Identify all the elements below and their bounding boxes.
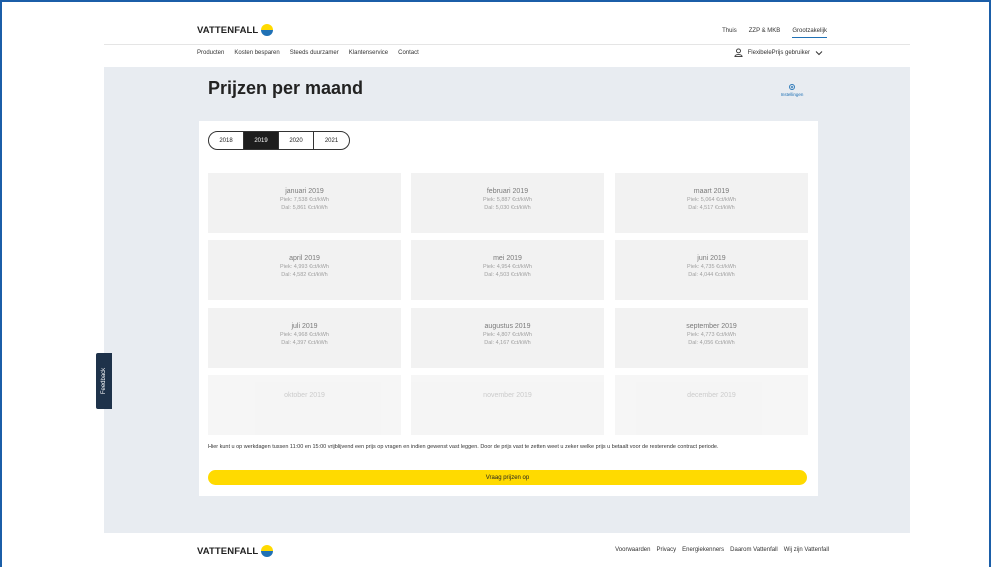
month-name: juli 2019 [291, 323, 318, 330]
month-name: december 2019 [687, 392, 736, 399]
header-divider [104, 44, 910, 45]
footer-link-wij-zijn-vattenfall[interactable]: Wij zijn Vattenfall [784, 547, 829, 553]
month-name: mei 2019 [493, 255, 522, 262]
page-title: Prijzen per maand [208, 78, 364, 98]
dal-price: Dal: 4,056 €ct/kWh [688, 340, 735, 346]
month-name: april 2019 [289, 255, 320, 262]
month-tile-december: december 2019 [615, 375, 808, 435]
piek-price: Piek: 4,968 €ct/kWh [280, 332, 329, 338]
vattenfall-logo[interactable]: VATTENFALL [197, 24, 274, 36]
brand-name: VATTENFALL [197, 24, 259, 36]
month-name: oktober 2019 [284, 392, 325, 399]
month-name: januari 2019 [285, 188, 324, 195]
piek-price: Piek: 5,887 €ct/kWh [483, 197, 532, 203]
month-name: februari 2019 [486, 188, 529, 195]
nav-kosten-besparen[interactable]: Kosten besparen [234, 50, 279, 56]
piek-price: Piek: 4,993 €ct/kWh [280, 264, 329, 270]
footer-link-voorwaarden[interactable]: Voorwaarden [615, 547, 650, 553]
footer-link-daarom-vattenfall[interactable]: Daarom Vattenfall [730, 547, 778, 553]
month-tile-juni[interactable]: juni 2019 Piek: 4,735 €ct/kWh Dal: 4,044… [615, 240, 808, 300]
segment-switcher: Thuis ZZP & MKB Grootzakelijk [722, 28, 827, 38]
user-name: FlexibelePrijs gebruiker [747, 49, 810, 56]
month-tile-april[interactable]: april 2019 Piek: 4,993 €ct/kWh Dal: 4,58… [208, 240, 401, 300]
footer-link-privacy[interactable]: Privacy [656, 547, 676, 553]
month-tile-september[interactable]: september 2019 Piek: 4,773 €ct/kWh Dal: … [615, 308, 808, 368]
month-name: augustus 2019 [484, 323, 531, 330]
segment-grootzakelijk[interactable]: Grootzakelijk [792, 28, 827, 38]
nav-steeds-duurzamer[interactable]: Steeds duurzamer [290, 50, 339, 56]
footer: VATTENFALL Voorwaarden Privacy Energieke… [197, 543, 829, 559]
dal-price: Dal: 4,397 €ct/kWh [281, 340, 328, 346]
dal-price: Dal: 4,167 €ct/kWh [484, 340, 531, 346]
settings-label: Instellingen [780, 92, 804, 97]
month-name: juni 2019 [697, 255, 726, 262]
segment-zzp-mkb[interactable]: ZZP & MKB [749, 28, 781, 38]
segment-thuis[interactable]: Thuis [722, 28, 737, 38]
nav-contact[interactable]: Contact [398, 50, 419, 56]
month-name: maart 2019 [693, 188, 730, 195]
dal-price: Dal: 5,861 €ct/kWh [281, 205, 328, 211]
piek-price: Piek: 5,064 €ct/kWh [687, 197, 736, 203]
vattenfall-logo-icon [261, 545, 274, 557]
footer-logo[interactable]: VATTENFALL [197, 545, 274, 557]
month-name: november 2019 [483, 392, 532, 399]
price-info-note: Hier kunt u op werkdagen tussen 11:00 en… [208, 444, 719, 450]
feedback-tab[interactable]: Feedback [96, 353, 112, 409]
month-tile-november: november 2019 [411, 375, 604, 435]
month-tile-juli[interactable]: juli 2019 Piek: 4,968 €ct/kWh Dal: 4,397… [208, 308, 401, 368]
month-tile-augustus[interactable]: augustus 2019 Piek: 4,807 €ct/kWh Dal: 4… [411, 308, 604, 368]
month-tile-maart[interactable]: maart 2019 Piek: 5,064 €ct/kWh Dal: 4,51… [615, 173, 808, 233]
vattenfall-logo-icon [261, 24, 274, 36]
user-icon [734, 48, 743, 57]
dal-price: Dal: 4,044 €ct/kWh [688, 272, 735, 278]
footer-brand-name: VATTENFALL [197, 545, 259, 557]
gear-icon [789, 84, 795, 90]
piek-price: Piek: 4,807 €ct/kWh [483, 332, 532, 338]
top-bar: VATTENFALL Thuis ZZP & MKB Grootzakelijk [197, 18, 827, 42]
dal-price: Dal: 4,503 €ct/kWh [484, 272, 531, 278]
piek-price: Piek: 4,954 €ct/kWh [483, 264, 532, 270]
year-tab-2019[interactable]: 2019 [244, 132, 279, 149]
month-tile-oktober: oktober 2019 [208, 375, 401, 435]
month-tile-mei[interactable]: mei 2019 Piek: 4,954 €ct/kWh Dal: 4,503 … [411, 240, 604, 300]
nav-klantenservice[interactable]: Klantenservice [349, 50, 388, 56]
piek-price: Piek: 7,538 €ct/kWh [280, 197, 329, 203]
dal-price: Dal: 4,517 €ct/kWh [688, 205, 735, 211]
chevron-down-icon [815, 50, 823, 55]
user-menu[interactable]: FlexibelePrijs gebruiker [734, 48, 823, 57]
piek-price: Piek: 4,735 €ct/kWh [687, 264, 736, 270]
dal-price: Dal: 4,582 €ct/kWh [281, 272, 328, 278]
month-tile-januari[interactable]: januari 2019 Piek: 7,538 €ct/kWh Dal: 5,… [208, 173, 401, 233]
piek-price: Piek: 4,773 €ct/kWh [687, 332, 736, 338]
nav-producten[interactable]: Producten [197, 50, 224, 56]
year-tab-2018[interactable]: 2018 [209, 132, 244, 149]
year-tab-2021[interactable]: 2021 [314, 132, 349, 149]
month-grid: januari 2019 Piek: 7,538 €ct/kWh Dal: 5,… [208, 173, 808, 435]
request-prices-button[interactable]: Vraag prijzen op [208, 470, 807, 485]
year-tab-2020[interactable]: 2020 [279, 132, 314, 149]
month-name: september 2019 [686, 323, 737, 330]
dal-price: Dal: 5,030 €ct/kWh [484, 205, 531, 211]
feedback-label: Feedback [101, 367, 107, 395]
month-tile-februari[interactable]: februari 2019 Piek: 5,887 €ct/kWh Dal: 5… [411, 173, 604, 233]
footer-link-energiekenners[interactable]: Energiekenners [682, 547, 724, 553]
settings-button[interactable]: Instellingen [777, 83, 807, 97]
year-selector: 2018 2019 2020 2021 [208, 131, 350, 150]
footer-links: Voorwaarden Privacy Energiekenners Daaro… [615, 547, 829, 553]
main-nav: Producten Kosten besparen Steeds duurzam… [197, 47, 827, 63]
